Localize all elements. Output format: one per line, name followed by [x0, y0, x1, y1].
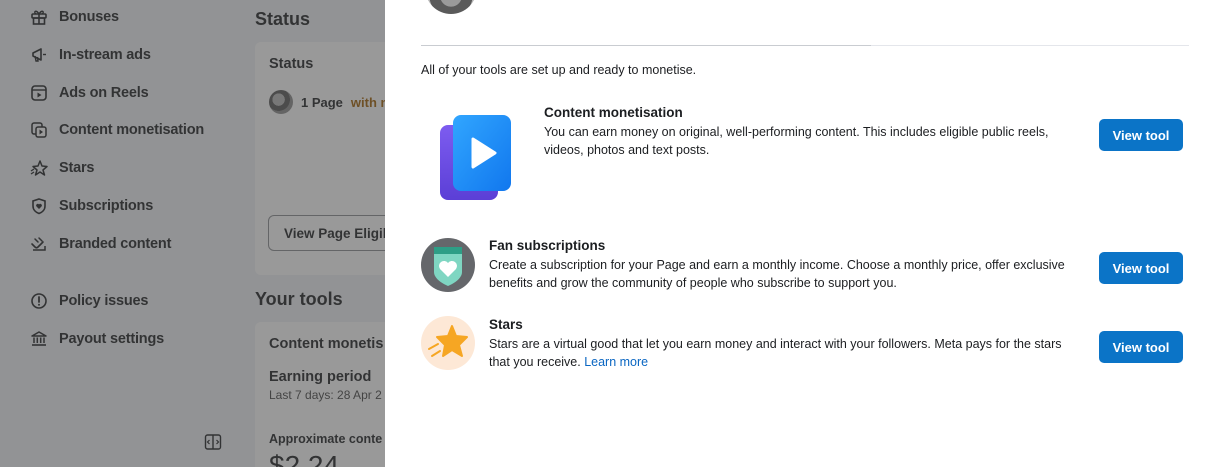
- star-icon: [30, 160, 48, 176]
- sidebar-item-bonuses[interactable]: Bonuses: [30, 5, 119, 29]
- learn-more-link[interactable]: Learn more: [584, 355, 648, 369]
- content-monetisation-icon: [31, 122, 47, 138]
- tool-description: Create a subscription for your Page and …: [489, 258, 1065, 290]
- page-status-row: 1 Page with m: [269, 90, 392, 114]
- tools-card-title: Content monetis: [269, 336, 384, 352]
- status-heading: Status: [255, 9, 311, 29]
- tool-description: You can earn money on original, well-per…: [544, 125, 1049, 157]
- tool-content-monetisation: Content monetisation You can earn money …: [544, 105, 1074, 159]
- megaphone-icon: [32, 48, 46, 62]
- subscriptions-shield-icon: [32, 198, 46, 215]
- shooting-star-icon: [421, 316, 475, 370]
- sidebar-item-content-monetisation[interactable]: Content monetisation: [30, 118, 204, 142]
- view-tool-button-stars[interactable]: View tool: [1099, 331, 1183, 363]
- earning-period-range: Last 7 days: 28 Apr 2: [269, 388, 382, 402]
- button-label: View tool: [1112, 127, 1170, 143]
- sidebar-item-label: Ads on Reels: [59, 85, 149, 101]
- earning-period-title: Earning period: [269, 369, 372, 385]
- tool-title: Content monetisation: [544, 105, 683, 120]
- alert-circle-icon: [31, 293, 47, 309]
- play-tiles-icon: [440, 115, 511, 200]
- tool-title: Stars: [489, 317, 523, 332]
- approx-earnings-label: Approximate conte: [269, 432, 383, 446]
- avatar: [425, 0, 477, 14]
- sidebar-item-label: In-stream ads: [59, 47, 151, 63]
- intro-text: All of your tools are set up and ready t…: [421, 63, 697, 77]
- collapse-sidebar-icon[interactable]: [204, 433, 222, 451]
- approx-earnings-value: $2.24: [269, 450, 340, 467]
- sidebar-item-stars[interactable]: Stars: [30, 156, 94, 180]
- handshake-icon: [31, 237, 46, 251]
- sidebar-item-label: Payout settings: [59, 331, 164, 347]
- sidebar-item-label: Policy issues: [59, 293, 149, 309]
- sidebar-item-label: Bonuses: [59, 9, 119, 25]
- sidebar-item-policy-issues[interactable]: Policy issues: [30, 289, 148, 313]
- tools-panel: All of your tools are set up and ready t…: [385, 0, 1217, 467]
- sidebar-item-label: Content monetisation: [59, 122, 205, 138]
- button-label: View tool: [1112, 339, 1170, 355]
- reels-icon: [31, 85, 47, 101]
- view-tool-button-content-monetisation[interactable]: View tool: [1099, 119, 1183, 151]
- sidebar: Bonuses In-stream ads Ads on Reels Conte…: [0, 0, 240, 467]
- sidebar-item-label: Branded content: [59, 236, 172, 252]
- tool-fan-subscriptions: Fan subscriptions Create a subscription …: [489, 238, 1079, 292]
- status-card-title: Status: [269, 56, 314, 72]
- sidebar-item-payout-settings[interactable]: Payout settings: [30, 327, 164, 351]
- gift-icon: [31, 10, 47, 25]
- avatar: [269, 90, 293, 114]
- heart-badge-icon: [421, 238, 475, 292]
- tool-description-text: Stars are a virtual good that let you ea…: [489, 337, 1062, 369]
- sidebar-item-branded-content[interactable]: Branded content: [30, 232, 171, 256]
- tool-stars: Stars Stars are a virtual good that let …: [489, 317, 1079, 371]
- sidebar-item-label: Subscriptions: [59, 198, 154, 214]
- sidebar-item-ads-on-reels[interactable]: Ads on Reels: [30, 81, 149, 105]
- sidebar-item-subscriptions[interactable]: Subscriptions: [30, 194, 153, 218]
- view-tool-button-fan-subscriptions[interactable]: View tool: [1099, 252, 1183, 284]
- sidebar-item-in-stream-ads[interactable]: In-stream ads: [30, 43, 151, 67]
- sidebar-item-label: Stars: [59, 160, 95, 176]
- tool-description: Stars are a virtual good that let you ea…: [489, 335, 1079, 371]
- bank-icon: [31, 331, 47, 346]
- tools-heading: Your tools: [255, 289, 343, 309]
- divider: [421, 45, 871, 46]
- page-count: 1 Page: [301, 94, 343, 110]
- tool-title: Fan subscriptions: [489, 238, 606, 253]
- button-label: View tool: [1112, 260, 1170, 276]
